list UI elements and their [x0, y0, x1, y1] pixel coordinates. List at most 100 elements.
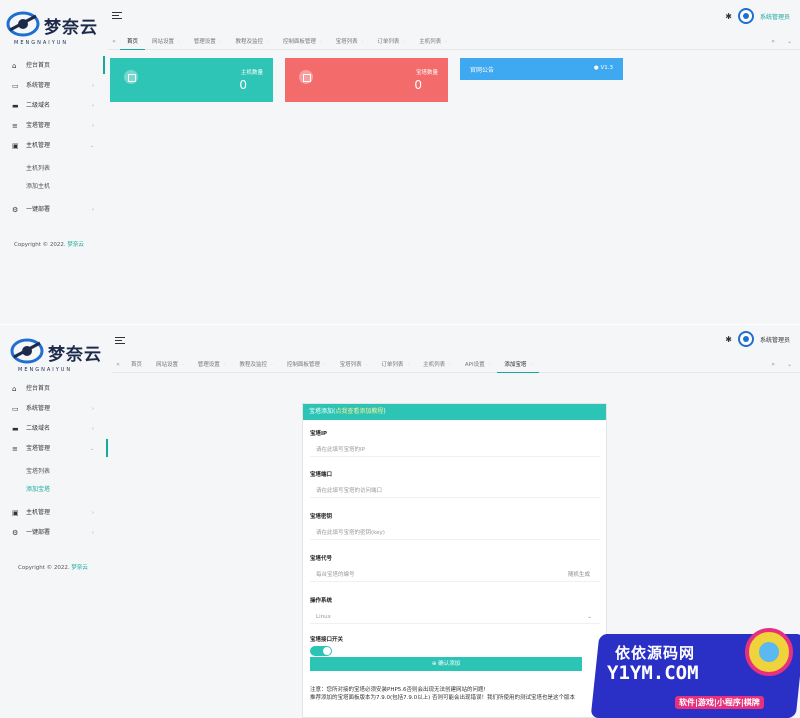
sidebar-active-indicator — [106, 439, 108, 457]
chevron-icon: › — [92, 510, 94, 516]
tab-panel-manage[interactable]: 控制面板管理 · — [276, 34, 329, 50]
sidebar-item-subdomain[interactable]: ▬ 二级域名 › — [0, 96, 106, 116]
tab-label: 控制面板管理 — [286, 361, 320, 368]
theme-icon[interactable]: ✱ — [725, 335, 732, 344]
field-bt-code: 宝塔代号 每台宝塔的编号 随机生成 — [310, 554, 600, 582]
tab-api-settings[interactable]: API设置 · — [458, 357, 497, 373]
copyright-brand[interactable]: 梦奈云 — [67, 242, 84, 248]
tab-label: 宝塔列表 — [339, 361, 362, 368]
user-name[interactable]: 系统管理员 — [760, 335, 790, 344]
magnifier-icon — [745, 628, 793, 676]
bt-code-input[interactable]: 每台宝塔的编号 随机生成 — [310, 568, 600, 582]
sidebar-item-dashboard[interactable]: ⌂ 控台首页 — [0, 56, 106, 76]
tab-close-icon[interactable]: · — [366, 362, 368, 368]
field-label: 宝塔密钥 — [310, 514, 333, 520]
home-icon: ⌂ — [12, 385, 17, 393]
avatar[interactable] — [737, 8, 754, 24]
sidebar-item-system[interactable]: ▭ 系统管理 › — [0, 399, 106, 419]
tab-admin-settings[interactable]: 管理设置 · — [191, 357, 233, 373]
tab-host-list[interactable]: 主机列表 · — [412, 34, 454, 50]
tab-site-settings[interactable]: 网站设置 · — [149, 357, 191, 373]
announcement-panel[interactable]: 官网公告 ● V1.3 — [460, 58, 623, 80]
stat-card-bt: 宝塔数量 0 — [285, 58, 448, 102]
sidebar-item-system[interactable]: ▭ 系统管理 › — [0, 76, 106, 96]
tab-site-settings[interactable]: 网站设置 · — [145, 34, 187, 50]
tab-scroll-right-icon[interactable]: » — [771, 361, 775, 368]
tab-bt-list[interactable]: 宝塔列表 · — [333, 357, 375, 373]
sidebar-item-host-manage[interactable]: ▣ 主机管理 ⌄ — [0, 136, 106, 156]
tab-close-icon[interactable]: · — [267, 39, 269, 45]
user-name[interactable]: 系统管理员 — [760, 12, 790, 21]
bt-ip-input[interactable]: 请在此填写宝塔的IP — [310, 443, 600, 457]
tab-close-icon[interactable]: · — [362, 39, 364, 45]
tab-admin-settings[interactable]: 管理设置 · — [187, 34, 229, 50]
tab-home[interactable]: 首页 — [120, 34, 146, 50]
tab-tutorial-monitor[interactable]: 教程及监控 · — [233, 357, 280, 373]
tab-close-icon[interactable]: · — [449, 362, 451, 368]
tab-label: 订单列表 — [381, 361, 404, 368]
stat-card-title: 主机数量 — [240, 70, 263, 76]
menu-toggle-icon[interactable] — [112, 12, 122, 20]
tab-close-icon[interactable]: · — [403, 39, 405, 45]
home-icon: ⌂ — [12, 62, 17, 70]
tab-label: 网站设置 — [152, 38, 175, 45]
tab-close-icon[interactable]: · — [324, 362, 326, 368]
sidebar-item-label: 宝塔管理 — [26, 122, 51, 129]
tab-add-bt[interactable]: 添加宝塔 · — [497, 357, 540, 373]
copyright-brand[interactable]: 梦奈云 — [71, 565, 88, 571]
monitor-icon: ▭ — [12, 405, 19, 413]
sidebar-item-subdomain[interactable]: ▬ 二级域名 › — [0, 419, 106, 439]
sidebar-subitem-bt-list[interactable]: 宝塔列表 — [0, 463, 106, 481]
sidebar-item-bt-manage[interactable]: ≡ 宝塔管理 ⌄ — [0, 439, 106, 459]
tab-close-icon[interactable]: · — [489, 362, 491, 368]
form-note-line: 推荐添加的宝塔面板版本为7.9.0(包括7.9.0以上) 否则可能会出现错误！我… — [310, 695, 576, 701]
sidebar-item-deploy[interactable]: ⚙ 一键部署 › — [0, 200, 106, 220]
sidebar-subitem-add-host[interactable]: 添加主机 — [0, 178, 106, 196]
version-badge: ● V1.3 — [593, 65, 613, 71]
sidebar-item-host-manage[interactable]: ▣ 主机管理 › — [0, 503, 106, 523]
tab-close-icon[interactable]: · — [178, 39, 180, 45]
chevron-icon: › — [92, 207, 94, 213]
tab-scroll-left-icon[interactable]: « — [108, 38, 120, 45]
bt-key-input[interactable]: 请在此填写宝塔的密钥(key) — [310, 526, 600, 540]
sidebar-item-dashboard[interactable]: ⌂ 控台首页 — [0, 379, 106, 399]
tab-controls: » ⌄ — [771, 38, 792, 45]
tab-panel-manage[interactable]: 控制面板管理 · — [280, 357, 333, 373]
tab-close-icon[interactable]: · — [407, 362, 409, 368]
tab-host-list[interactable]: 主机列表 · — [416, 357, 458, 373]
sidebar-item-deploy[interactable]: ⚙ 一键部署 › — [0, 523, 106, 543]
tab-close-icon[interactable]: · — [271, 362, 273, 368]
folder-icon: ▬ — [12, 425, 19, 433]
tab-close-icon[interactable]: · — [445, 39, 447, 45]
os-select[interactable]: Linux ⌄ — [310, 610, 600, 624]
tab-close-icon[interactable]: · — [182, 362, 184, 368]
tab-close-icon[interactable]: · — [220, 39, 222, 45]
sidebar-item-bt-manage[interactable]: ≡ 宝塔管理 › — [0, 116, 106, 136]
tab-close-icon[interactable]: · — [320, 39, 322, 45]
random-generate-button[interactable]: 随机生成 — [568, 568, 590, 582]
sidebar-subitem-host-list[interactable]: 主机列表 — [0, 160, 106, 178]
tab-order-list[interactable]: 订单列表 · — [370, 34, 412, 50]
tab-tutorial-monitor[interactable]: 教程及监控 · — [229, 34, 276, 50]
theme-icon[interactable]: ✱ — [725, 12, 732, 21]
tab-scroll-right-icon[interactable]: » — [771, 38, 775, 45]
tab-label: 教程及监控 — [239, 361, 268, 368]
tab-close-icon[interactable]: · — [224, 362, 226, 368]
tab-label: 主机列表 — [423, 361, 446, 368]
tab-scroll-left-icon[interactable]: « — [112, 361, 124, 368]
confirm-add-button[interactable]: ⊕ 确认添加 — [310, 657, 582, 671]
menu-toggle-icon[interactable] — [115, 337, 125, 345]
tab-order-list[interactable]: 订单列表 · — [374, 357, 416, 373]
api-switch-toggle[interactable] — [310, 646, 332, 656]
tutorial-link[interactable]: 点我查看添加教程 — [335, 408, 383, 415]
bt-port-input[interactable]: 请在此填写宝塔的访问端口 — [310, 484, 600, 498]
avatar[interactable] — [737, 331, 754, 347]
tab-bt-list[interactable]: 宝塔列表 · — [329, 34, 371, 50]
tab-menu-icon[interactable]: ⌄ — [787, 38, 792, 45]
tab-menu-icon[interactable]: ⌄ — [787, 361, 792, 368]
tab-close-icon[interactable]: · — [530, 362, 532, 368]
logo[interactable]: 梦奈云 MENGNAIYUN — [10, 335, 110, 375]
sidebar-subitem-add-bt[interactable]: 添加宝塔 — [0, 481, 106, 499]
logo[interactable]: 梦奈云 MENGNAIYUN — [6, 8, 106, 48]
tab-home[interactable]: 首页 — [124, 357, 149, 373]
